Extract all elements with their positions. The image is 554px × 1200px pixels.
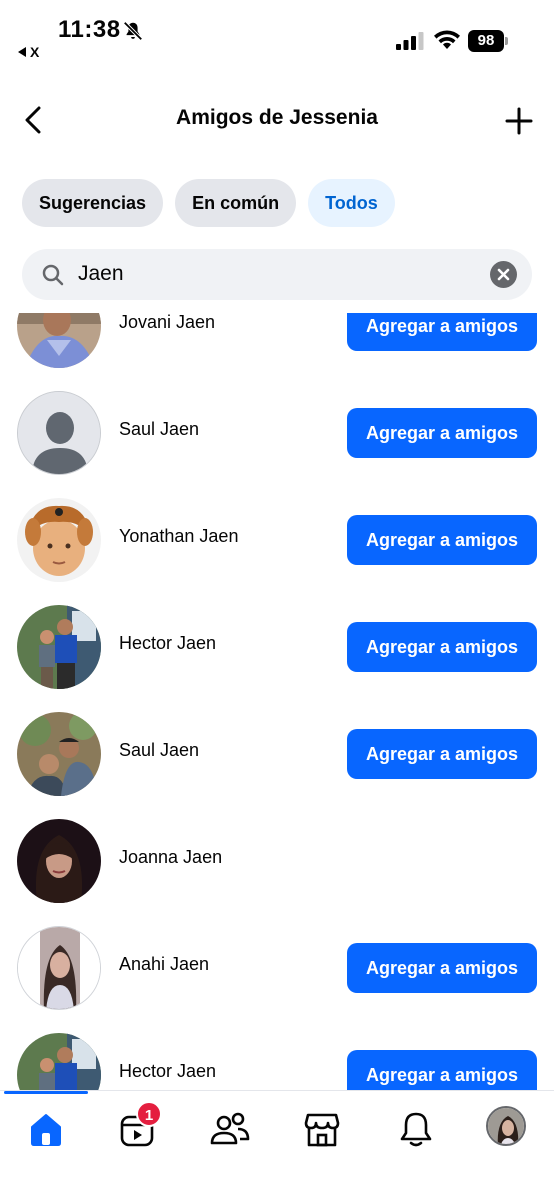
- search-icon: [42, 264, 64, 286]
- person-name[interactable]: Hector Jaen: [119, 1061, 216, 1082]
- add-friend-button[interactable]: Agregar a amigos: [347, 408, 537, 458]
- people-list: Jovani Jaen Agregar a amigos Saul Jaen A…: [0, 313, 554, 1090]
- list-item[interactable]: Anahi Jaen Agregar a amigos: [0, 914, 554, 1021]
- close-icon: [497, 268, 510, 281]
- person-name[interactable]: Saul Jaen: [119, 740, 199, 761]
- chip-todos[interactable]: Todos: [308, 179, 395, 227]
- battery-indicator: 98: [468, 30, 508, 52]
- person-name[interactable]: Saul Jaen: [119, 419, 199, 440]
- marketplace-icon[interactable]: [300, 1109, 344, 1149]
- person-name[interactable]: Yonathan Jaen: [119, 526, 238, 547]
- back-app-label: X: [30, 44, 40, 60]
- chip-en-comun[interactable]: En común: [175, 179, 297, 227]
- person-name[interactable]: Jovani Jaen: [119, 313, 215, 333]
- list-item[interactable]: Joanna Jaen: [0, 807, 554, 914]
- add-friend-button[interactable]: Agregar a amigos: [347, 515, 537, 565]
- notifications-icon[interactable]: [394, 1109, 438, 1149]
- add-friend-button[interactable]: Agregar a amigos: [347, 622, 537, 672]
- search-value: Jaen: [78, 262, 124, 285]
- page-title: Amigos de Jessenia: [176, 106, 378, 129]
- person-name[interactable]: Hector Jaen: [119, 633, 216, 654]
- list-item[interactable]: Yonathan Jaen Agregar a amigos: [0, 486, 554, 593]
- list-item[interactable]: Hector Jaen Agregar a amigos: [0, 1021, 554, 1090]
- page-header: Amigos de Jessenia: [0, 90, 554, 150]
- avatar[interactable]: [17, 926, 101, 1010]
- add-friend-button[interactable]: Agregar a amigos: [347, 943, 537, 993]
- status-time: 11:38: [58, 16, 121, 43]
- add-icon[interactable]: [504, 106, 534, 136]
- profile-avatar[interactable]: [486, 1106, 526, 1146]
- chip-sugerencias[interactable]: Sugerencias: [22, 179, 164, 227]
- list-item[interactable]: Jovani Jaen Agregar a amigos: [0, 313, 554, 379]
- active-tab-indicator: [4, 1091, 88, 1094]
- add-friend-button[interactable]: Agregar a amigos: [347, 1050, 537, 1090]
- filter-chips: Sugerencias En común Todos: [22, 179, 395, 227]
- person-name[interactable]: Joanna Jaen: [119, 847, 222, 868]
- add-friend-button[interactable]: Agregar a amigos: [347, 729, 537, 779]
- home-icon[interactable]: [24, 1109, 68, 1149]
- bell-off-icon: [123, 21, 143, 41]
- list-item[interactable]: Hector Jaen Agregar a amigos: [0, 593, 554, 700]
- clear-search-button[interactable]: [490, 261, 517, 288]
- bottom-nav: [0, 1090, 554, 1200]
- video-notification-badge: 1: [136, 1101, 162, 1127]
- back-to-app-link[interactable]: X: [18, 44, 39, 60]
- avatar[interactable]: [17, 605, 101, 689]
- avatar[interactable]: [17, 313, 101, 368]
- avatar[interactable]: [17, 391, 101, 475]
- cellular-signal-icon: [396, 32, 424, 50]
- battery-nub: [505, 37, 508, 45]
- list-item[interactable]: Saul Jaen Agregar a amigos: [0, 700, 554, 807]
- avatar[interactable]: [17, 819, 101, 903]
- avatar[interactable]: [17, 498, 101, 582]
- person-name[interactable]: Anahi Jaen: [119, 954, 209, 975]
- search-input[interactable]: Jaen: [22, 249, 532, 300]
- list-item[interactable]: Saul Jaen Agregar a amigos: [0, 379, 554, 486]
- back-triangle-icon: [18, 47, 26, 57]
- battery-level: 98: [468, 30, 504, 52]
- friends-icon[interactable]: [208, 1109, 252, 1149]
- add-friend-button[interactable]: Agregar a amigos: [347, 313, 537, 351]
- avatar[interactable]: [17, 1033, 101, 1090]
- wifi-icon: [434, 30, 460, 49]
- status-bar: 11:38 X 98: [0, 0, 554, 70]
- avatar[interactable]: [17, 712, 101, 796]
